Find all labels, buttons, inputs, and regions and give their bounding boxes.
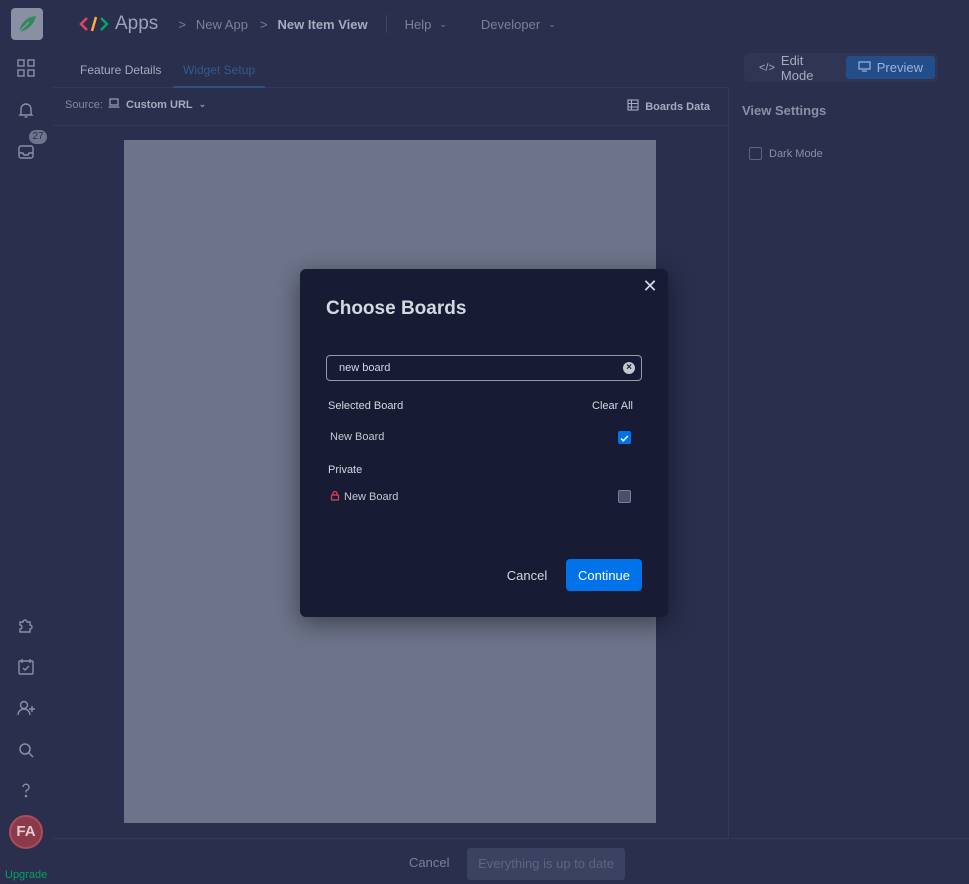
close-icon[interactable]: ✕ xyxy=(642,277,658,295)
private-board-label: New Board xyxy=(344,491,399,503)
lock-icon xyxy=(330,490,340,504)
private-board-checkbox[interactable] xyxy=(618,490,631,503)
board-search-input[interactable] xyxy=(327,356,607,380)
dialog-title: Choose Boards xyxy=(326,298,467,319)
clear-all-button[interactable]: Clear All xyxy=(592,400,633,412)
private-header: Private xyxy=(328,464,363,476)
selected-board-checkbox[interactable] xyxy=(618,431,631,444)
selected-board-header: Selected Board xyxy=(328,400,404,412)
board-search-field: × xyxy=(326,355,642,381)
cancel-button[interactable]: Cancel xyxy=(496,559,558,591)
list-item[interactable]: New Board xyxy=(330,490,398,504)
clear-search-icon[interactable]: × xyxy=(623,362,635,374)
continue-button[interactable]: Continue xyxy=(566,559,642,591)
selected-board-label: New Board xyxy=(330,431,385,443)
choose-boards-dialog: ✕ Choose Boards × Selected Board Clear A… xyxy=(300,269,668,617)
list-item[interactable]: New Board xyxy=(330,431,384,443)
